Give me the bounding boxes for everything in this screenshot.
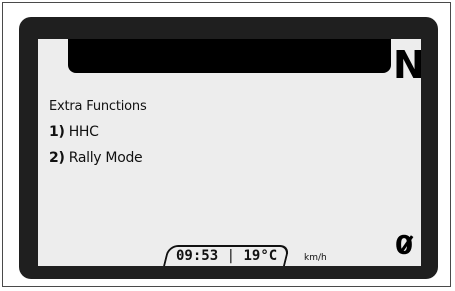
menu-item-hhc[interactable]: 1) HHC [49,124,99,140]
gear-indicator: N [393,43,421,87]
menu-title: Extra Functions [49,99,147,114]
menu-item-number: 1) [49,124,65,140]
status-readout: 09:53 | 19°C [176,248,286,266]
menu-item-number: 2) [49,150,65,166]
menu-item-label: Rally Mode [68,150,143,166]
image-frame: N Extra Functions 1) HHC 2) Rally Mode 0… [2,2,451,287]
clock-time: 09:53 [176,248,219,264]
menu-item-rally-mode[interactable]: 2) Rally Mode [49,150,143,166]
menu-item-label: HHC [68,124,99,140]
dashboard-bezel: N Extra Functions 1) HHC 2) Rally Mode 0… [19,17,438,279]
status-separator: | [226,248,236,264]
top-black-band [68,39,391,73]
dashboard-screen: N Extra Functions 1) HHC 2) Rally Mode 0… [38,39,421,266]
speed-unit: km/h [304,253,327,263]
temperature-readout: 19°C [243,248,278,264]
